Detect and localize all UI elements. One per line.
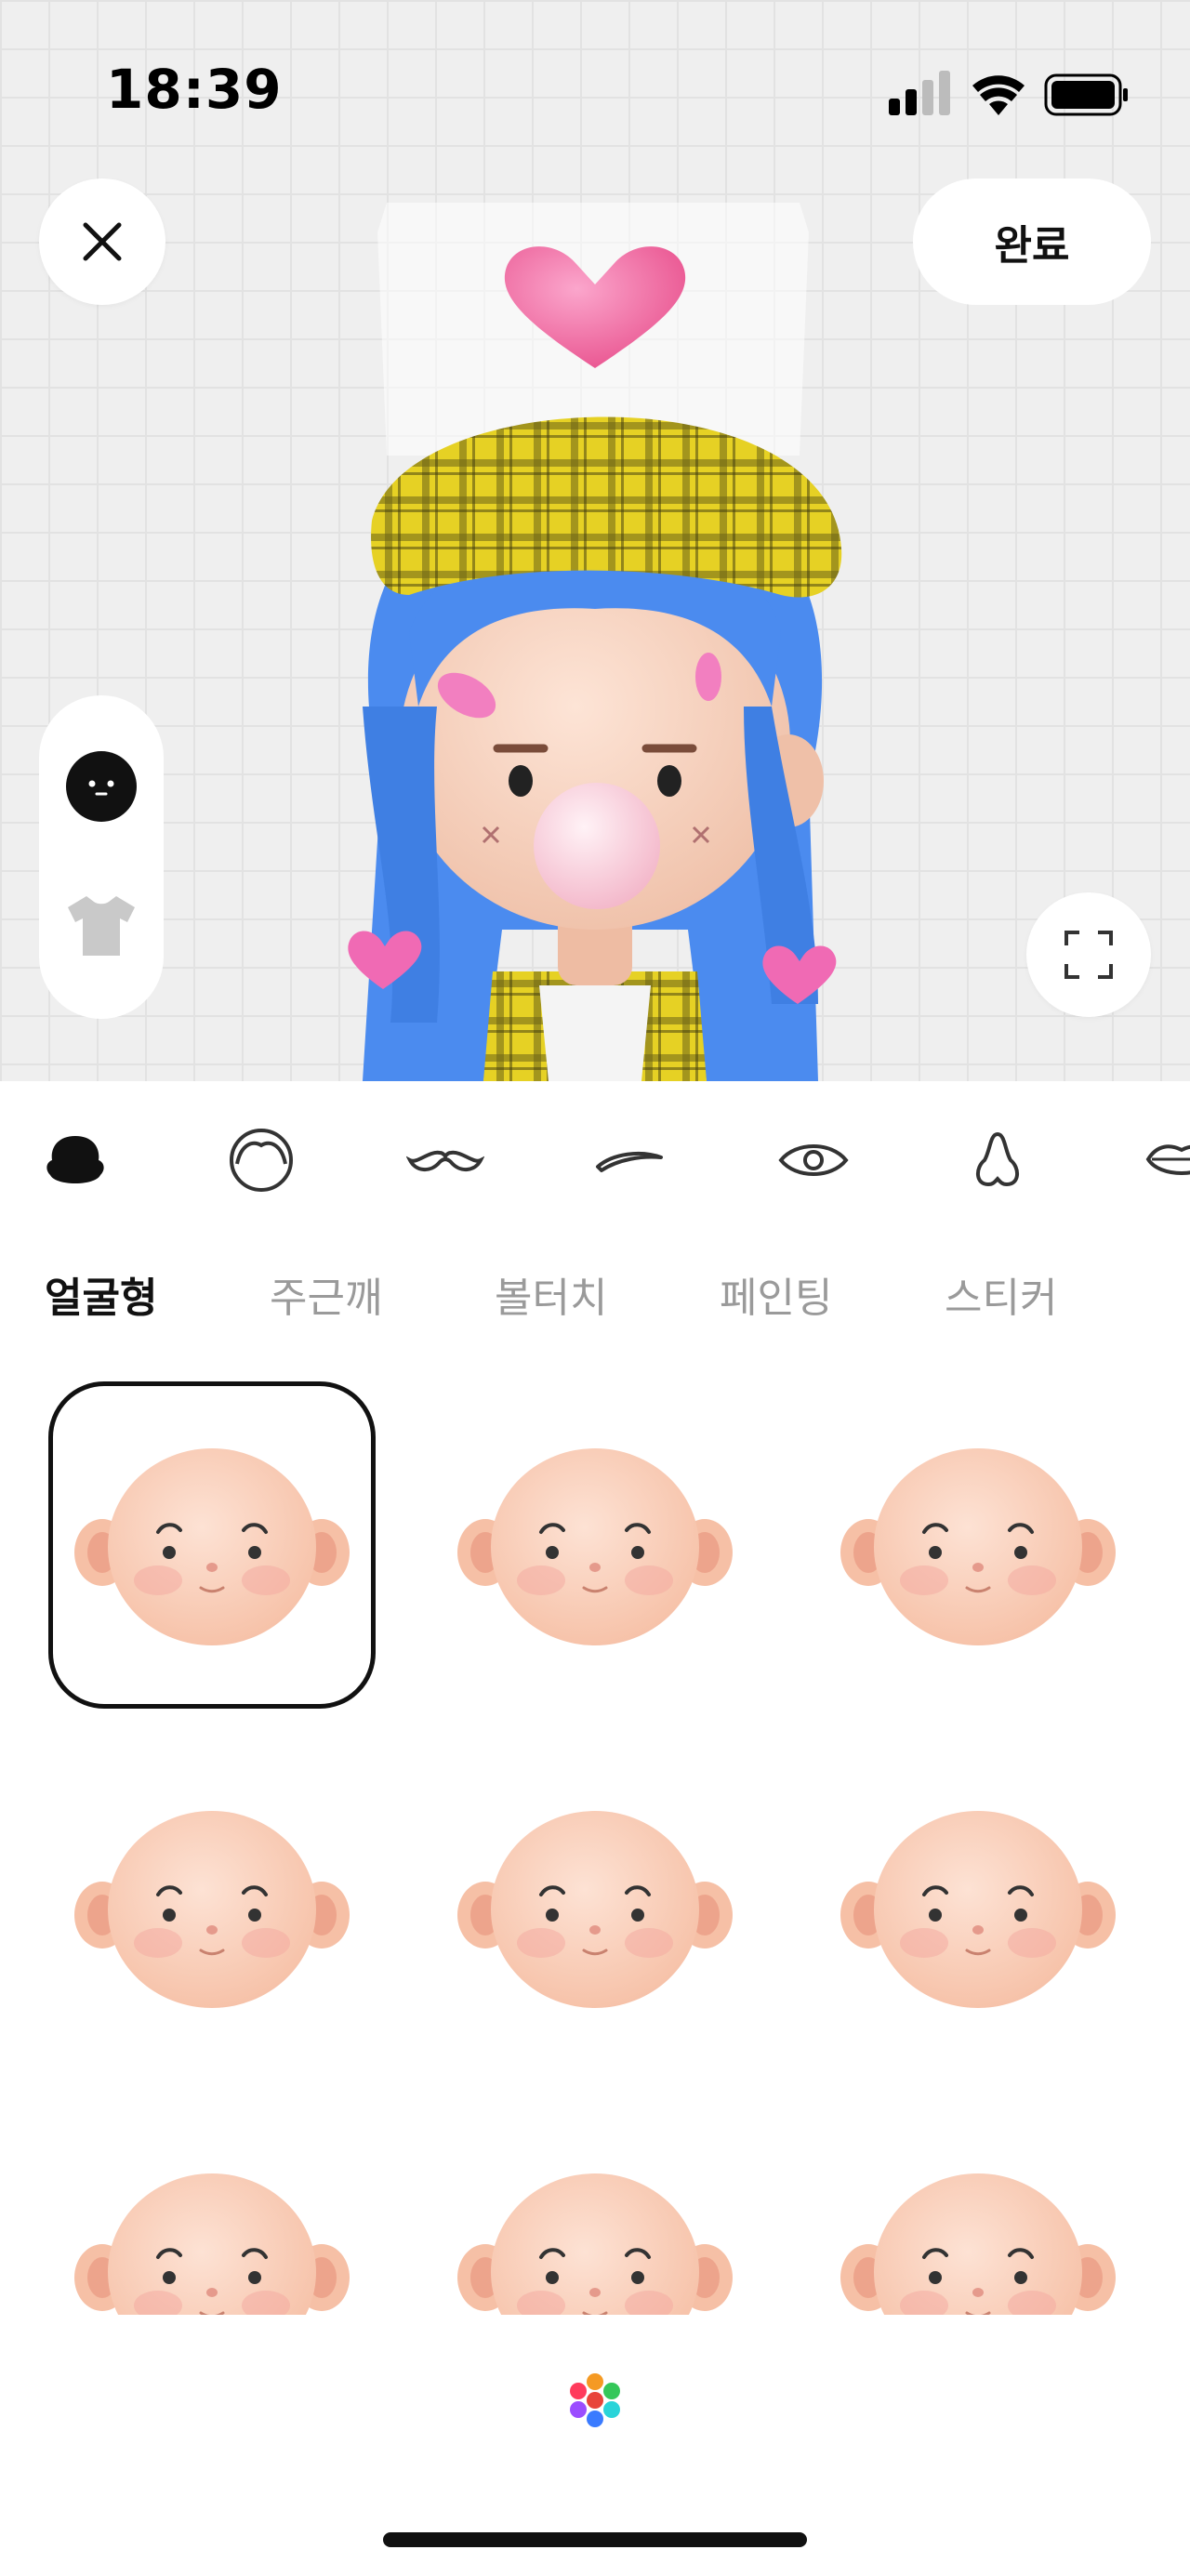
close-button[interactable] — [39, 178, 165, 305]
eye-icon — [778, 1144, 849, 1176]
face-thumbnail — [457, 1448, 733, 1645]
status-bar: 18:39 — [0, 0, 1190, 177]
face-thumbnail — [840, 1448, 1116, 1645]
face-option-4[interactable] — [48, 1744, 376, 2071]
face-thumbnail — [74, 1811, 350, 2008]
face-option-1[interactable] — [48, 1381, 376, 1709]
status-time: 18:39 — [106, 58, 283, 121]
mode-switch — [39, 695, 164, 1019]
mustache-icon — [406, 1150, 484, 1171]
category-mustache[interactable] — [405, 1120, 485, 1200]
face-option-9[interactable] — [814, 2107, 1142, 2315]
avatar-preview — [348, 203, 842, 1081]
battery-icon — [1044, 73, 1128, 116]
face-option-3[interactable] — [814, 1381, 1142, 1709]
tab-sticker[interactable]: 스티커 — [945, 1264, 1057, 1324]
tab-face-shape[interactable]: 얼굴형 — [45, 1264, 157, 1324]
face-thumbnail — [74, 1448, 350, 1645]
category-hair[interactable] — [221, 1120, 301, 1200]
color-palette-button[interactable] — [556, 2361, 634, 2439]
face-thumbnail — [457, 2173, 733, 2315]
face-thumbnail — [840, 1811, 1116, 2008]
category-eye[interactable] — [774, 1120, 853, 1200]
face-option-6[interactable] — [814, 1744, 1142, 2071]
face-option-7[interactable] — [48, 2107, 376, 2315]
face-option-grid — [0, 1367, 1190, 2315]
face-option-5[interactable] — [431, 1744, 759, 2071]
face-icon — [66, 751, 137, 822]
nose-icon — [976, 1131, 1019, 1187]
face-thumbnail — [74, 2173, 350, 2315]
tab-blush[interactable]: 볼터치 — [495, 1264, 607, 1324]
category-nose[interactable] — [958, 1120, 1038, 1200]
home-indicator — [383, 2532, 807, 2547]
tshirt-icon — [68, 896, 135, 956]
wifi-icon — [972, 75, 1025, 115]
face-thumbnail — [840, 2173, 1116, 2315]
face-thumbnail — [457, 1811, 733, 2008]
face-option-8[interactable] — [431, 2107, 759, 2315]
avatar-stage: 18:39 완료 — [0, 0, 1190, 1081]
clothes-mode-button[interactable] — [64, 889, 139, 963]
close-icon — [83, 222, 122, 261]
done-button[interactable]: 완료 — [913, 178, 1151, 305]
face-option-2[interactable] — [431, 1381, 759, 1709]
status-icons — [889, 71, 1128, 116]
eyebrow-icon — [596, 1151, 663, 1172]
face-mode-button[interactable] — [64, 749, 139, 824]
category-face-shape[interactable] — [35, 1120, 115, 1200]
fullscreen-button[interactable] — [1026, 892, 1151, 1017]
lips-icon — [1145, 1144, 1190, 1175]
category-eyebrow[interactable] — [589, 1120, 669, 1200]
signal-icon — [889, 71, 950, 115]
tab-freckles[interactable]: 주근깨 — [270, 1264, 382, 1324]
hair-icon — [230, 1129, 293, 1192]
category-lips[interactable] — [1142, 1120, 1190, 1200]
fullscreen-icon — [1064, 931, 1113, 979]
tab-painting[interactable]: 페인팅 — [720, 1264, 832, 1324]
color-palette-icon — [570, 2373, 620, 2427]
face-shape-icon — [46, 1136, 104, 1183]
